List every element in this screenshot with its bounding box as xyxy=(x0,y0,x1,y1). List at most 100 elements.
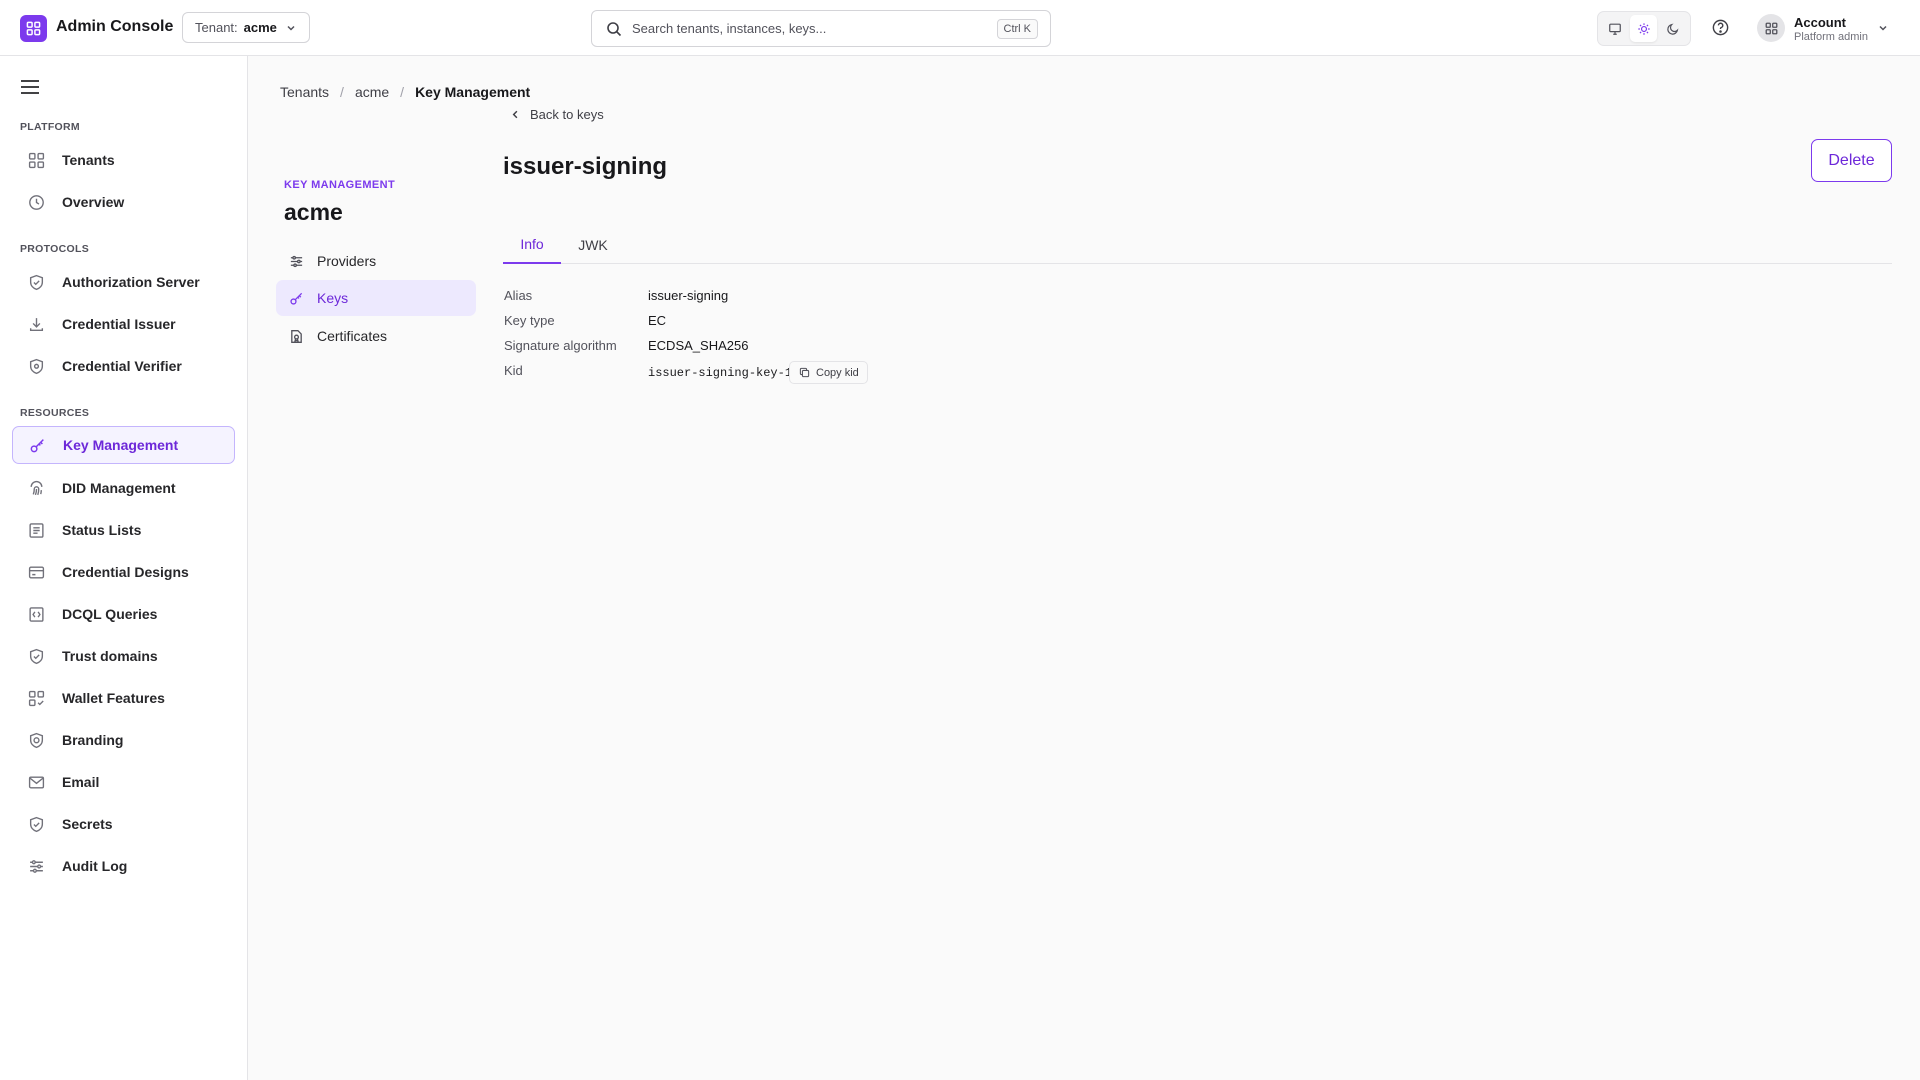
sidebar-item-wallet-features[interactable]: Wallet Features xyxy=(12,679,235,717)
subnav-item-label: Providers xyxy=(317,253,377,269)
sidebar-item-branding[interactable]: Branding xyxy=(12,721,235,759)
sidebar-item-did-management[interactable]: DID Management xyxy=(12,469,235,507)
fingerprint-icon xyxy=(29,480,43,495)
field-value-alias: issuer-signing xyxy=(648,288,729,303)
page-title: issuer-signing xyxy=(503,153,668,180)
sidebar-item-key-management[interactable]: Key Management xyxy=(12,426,235,464)
field-value-key-type: EC xyxy=(648,313,667,328)
sidebar-item-email[interactable]: Email xyxy=(12,763,235,801)
back-to-keys-link[interactable]: Back to keys xyxy=(510,107,604,122)
subnav-item-providers[interactable]: Providers xyxy=(276,243,476,279)
shield-check-icon xyxy=(29,816,43,832)
theme-light-button[interactable] xyxy=(1630,15,1658,42)
sidebar-item-label: Status Lists xyxy=(62,522,142,538)
sidebar: PLATFORM Tenants Overview PROTOCOLS Auth… xyxy=(0,56,248,1080)
sidebar-item-label: Audit Log xyxy=(62,858,128,874)
sidebar-item-label: Credential Designs xyxy=(62,564,189,580)
menu-icon[interactable] xyxy=(20,78,40,96)
sidebar-item-label: Key Management xyxy=(63,437,179,453)
account-role: Platform admin xyxy=(1794,31,1868,43)
account-name[interactable]: Account xyxy=(1794,15,1846,30)
top-bar: Admin Console Tenant: acme Ctrl K xyxy=(0,0,1920,56)
sidebar-item-label: Branding xyxy=(62,732,124,748)
apps-grid-icon xyxy=(26,21,41,36)
sidebar-item-label: Credential Verifier xyxy=(62,358,182,374)
app-title: Admin Console xyxy=(56,18,174,35)
breadcrumb-current: Key Management xyxy=(415,84,531,100)
tenant-selector-label: Tenant: xyxy=(195,20,238,35)
key-icon xyxy=(30,438,44,452)
theme-switcher xyxy=(1597,11,1691,46)
sidebar-item-credential-designs[interactable]: Credential Designs xyxy=(12,553,235,591)
sidebar-item-credential-verifier[interactable]: Credential Verifier xyxy=(12,347,235,385)
sidebar-item-label: DID Management xyxy=(62,480,176,496)
monitor-icon xyxy=(1609,23,1622,35)
copy-icon xyxy=(799,367,810,378)
sidebar-section-protocols: PROTOCOLS xyxy=(20,243,90,255)
field-label-kid: Kid xyxy=(504,363,523,378)
breadcrumb-tenants[interactable]: Tenants xyxy=(280,84,329,100)
subnav-item-label: Certificates xyxy=(317,328,388,344)
certificate-icon xyxy=(290,329,302,343)
subnav-item-certificates[interactable]: Certificates xyxy=(276,318,476,354)
delete-button[interactable]: Delete xyxy=(1811,139,1892,182)
search-shortcut-badge: Ctrl K xyxy=(996,19,1038,39)
code-file-icon xyxy=(28,606,44,622)
sidebar-item-label: Email xyxy=(62,774,100,790)
avatar[interactable] xyxy=(1757,14,1785,42)
moon-icon xyxy=(1666,23,1679,35)
breadcrumb-separator: / xyxy=(340,84,344,100)
subnav-title: acme xyxy=(284,199,343,225)
apps-grid-icon xyxy=(1765,22,1777,34)
badge-icon xyxy=(29,732,43,748)
chevron-down-icon[interactable] xyxy=(1877,22,1889,34)
subnav-item-keys[interactable]: Keys xyxy=(276,280,476,316)
sidebar-item-audit-log[interactable]: Audit Log xyxy=(12,847,235,885)
sidebar-item-label: Authorization Server xyxy=(62,274,200,290)
sidebar-item-label: Trust domains xyxy=(62,648,158,664)
sidebar-item-overview[interactable]: Overview xyxy=(12,183,235,221)
theme-dark-button[interactable] xyxy=(1659,15,1686,42)
grid-check-icon xyxy=(28,690,44,706)
sidebar-item-dcql-queries[interactable]: DCQL Queries xyxy=(12,595,235,633)
download-icon xyxy=(29,317,43,331)
app-logo[interactable] xyxy=(20,15,47,42)
help-circle-icon xyxy=(1712,19,1729,36)
theme-system-button[interactable] xyxy=(1602,15,1629,42)
sidebar-item-secrets[interactable]: Secrets xyxy=(12,805,235,843)
field-label-signature-algorithm: Signature algorithm xyxy=(504,338,617,353)
shield-check-icon xyxy=(29,274,43,290)
tab-jwk[interactable]: JWK xyxy=(563,226,623,264)
key-icon xyxy=(289,292,302,305)
search-input[interactable] xyxy=(632,21,972,36)
subnav-item-label: Keys xyxy=(317,290,349,306)
copy-kid-label: Copy kid xyxy=(816,366,859,379)
sidebar-item-trust-domains[interactable]: Trust domains xyxy=(12,637,235,675)
global-search[interactable]: Ctrl K xyxy=(591,10,1051,47)
tenant-selector-value: acme xyxy=(243,20,277,35)
sidebar-item-credential-issuer[interactable]: Credential Issuer xyxy=(12,305,235,343)
sidebar-item-status-lists[interactable]: Status Lists xyxy=(12,511,235,549)
breadcrumb-separator: / xyxy=(400,84,405,100)
tab-info[interactable]: Info xyxy=(503,226,561,264)
credit-card-icon xyxy=(28,565,44,579)
mail-icon xyxy=(28,775,44,789)
breadcrumb-tenant[interactable]: acme xyxy=(355,84,389,100)
sidebar-item-tenants[interactable]: Tenants xyxy=(12,141,235,179)
subnav-eyebrow: KEY MANAGEMENT xyxy=(284,179,396,191)
sidebar-item-authorization-server[interactable]: Authorization Server xyxy=(12,263,235,301)
breadcrumb: Tenants / acme / Key Management xyxy=(280,84,530,100)
copy-kid-button[interactable]: Copy kid xyxy=(789,361,868,384)
sidebar-item-label: Secrets xyxy=(62,816,113,832)
sun-icon xyxy=(1638,22,1650,35)
sidebar-section-platform: PLATFORM xyxy=(20,121,80,133)
search-icon xyxy=(607,21,622,36)
back-link-label: Back to keys xyxy=(530,107,604,122)
sliders-icon xyxy=(29,859,43,873)
sidebar-item-label: Wallet Features xyxy=(62,690,165,706)
tenant-selector[interactable]: Tenant: acme xyxy=(182,12,310,43)
field-label-alias: Alias xyxy=(504,288,533,303)
sidebar-section-resources: RESOURCES xyxy=(20,407,90,419)
help-button[interactable] xyxy=(1711,18,1730,37)
chevron-down-icon xyxy=(287,25,295,31)
